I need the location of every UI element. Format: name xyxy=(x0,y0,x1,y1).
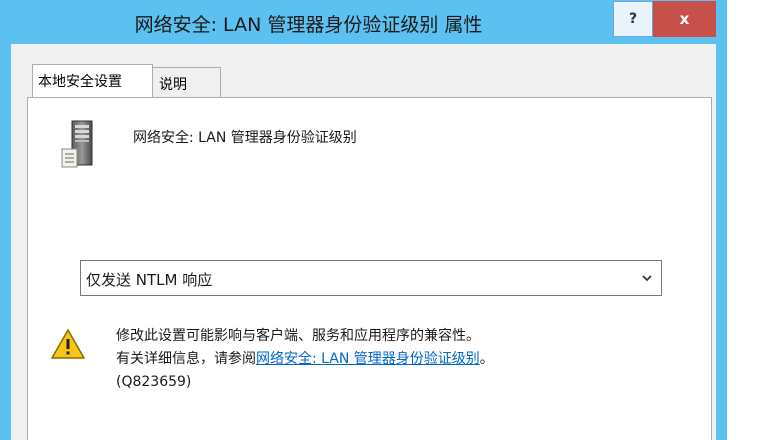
warning-suffix: 。 xyxy=(479,351,494,367)
chevron-down-icon xyxy=(642,275,652,282)
warning-line-1: 修改此设置可能影响与客户端、服务和应用程序的兼容性。 xyxy=(116,328,480,344)
lan-manager-level-dropdown[interactable]: 仅发送 NTLM 响应 xyxy=(80,260,662,296)
warning-line-2: 有关详细信息，请参阅网络安全: LAN 管理器身份验证级别。 xyxy=(116,348,494,371)
warning-prefix: 有关详细信息，请参阅 xyxy=(116,351,256,367)
tab-local-security-setting[interactable]: 本地安全设置 xyxy=(32,64,153,97)
properties-dialog: 网络安全: LAN 管理器身份验证级别 属性 ? x 本地安全设置 说明 网络安… xyxy=(0,0,727,440)
help-button[interactable]: ? xyxy=(613,1,653,37)
policy-title: 网络安全: LAN 管理器身份验证级别 xyxy=(133,130,357,146)
tab-label: 本地安全设置 xyxy=(38,74,122,90)
tab-explain[interactable]: 说明 xyxy=(152,67,221,97)
window-title: 网络安全: LAN 管理器身份验证级别 属性 xyxy=(134,14,483,36)
help-link[interactable]: 网络安全: LAN 管理器身份验证级别 xyxy=(256,351,480,367)
dropdown-selected-value: 仅发送 NTLM 响应 xyxy=(86,271,213,289)
warning-icon xyxy=(50,328,86,359)
tab-panel: 网络安全: LAN 管理器身份验证级别 仅发送 NTLM 响应 修改此设置可能影… xyxy=(27,97,712,440)
dialog-client-area: 本地安全设置 说明 网络安全: LAN 管理器身份验证级别 仅发送 NTLM 响… xyxy=(11,44,716,440)
title-bar[interactable]: 网络安全: LAN 管理器身份验证级别 属性 ? x xyxy=(0,0,727,44)
kb-reference: (Q823659) xyxy=(116,374,192,390)
server-icon xyxy=(61,120,93,168)
tab-label: 说明 xyxy=(159,77,187,93)
close-button[interactable]: x xyxy=(653,1,716,37)
compatibility-warning: 修改此设置可能影响与客户端、服务和应用程序的兼容性。 有关详细信息，请参阅网络安… xyxy=(116,325,494,394)
